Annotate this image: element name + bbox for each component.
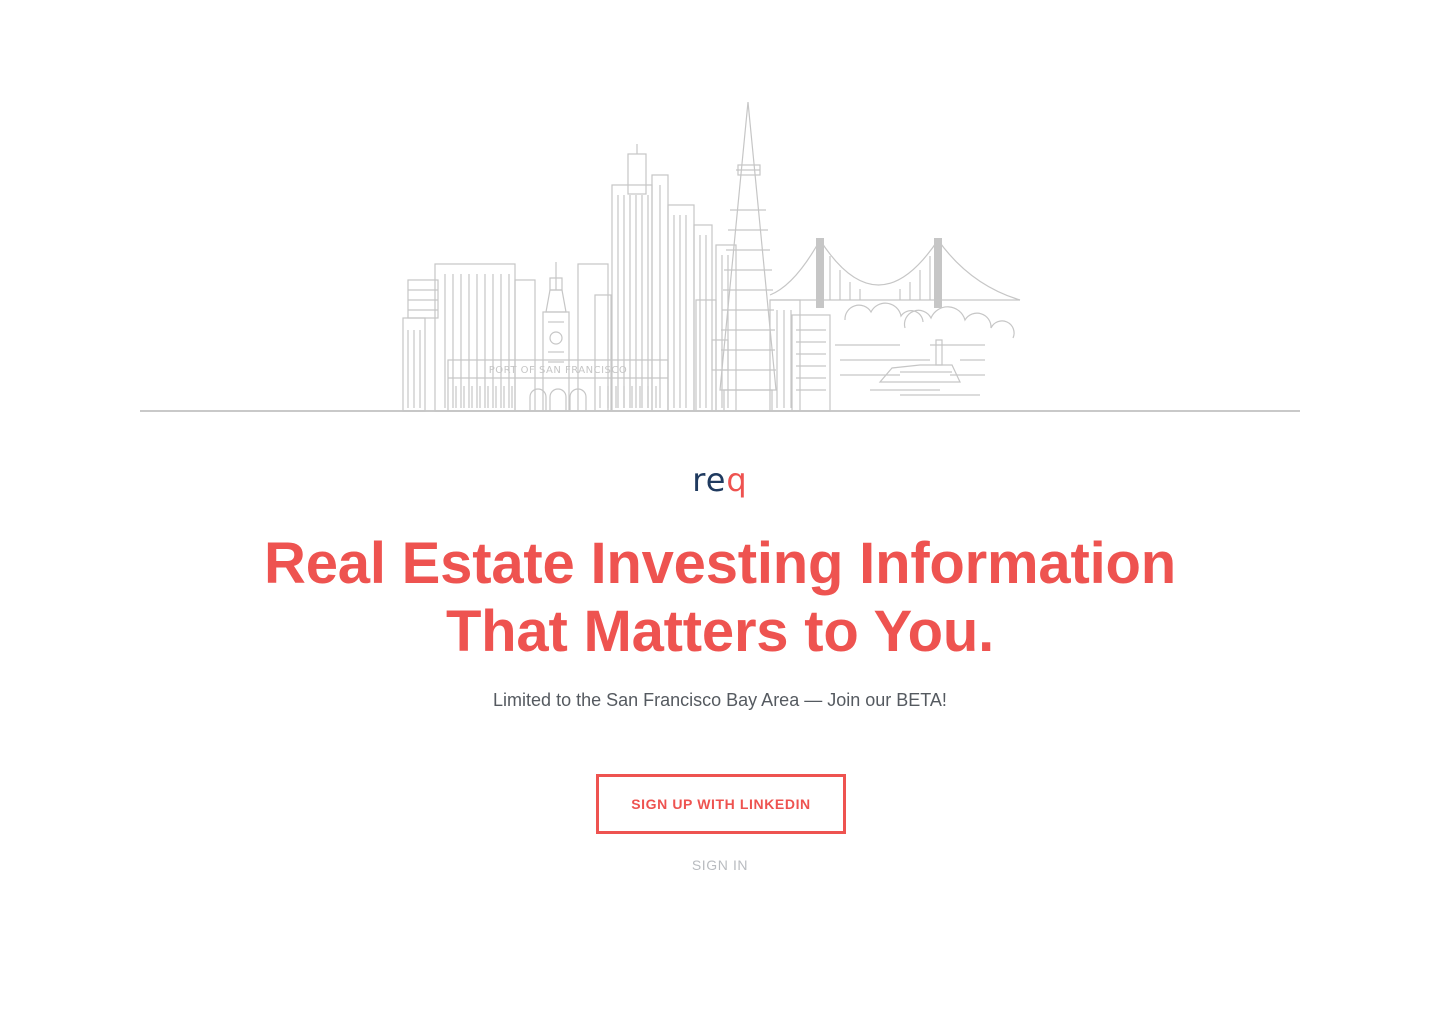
- san-francisco-skyline-illustration: PORT OF SAN FRANCISCO: [140, 90, 1300, 420]
- headline-line-2: That Matters to You.: [445, 599, 995, 664]
- signin-link[interactable]: SIGN IN: [692, 857, 748, 873]
- logo-re-text: re: [692, 461, 727, 499]
- beta-subtitle: Limited to the San Francisco Bay Area — …: [493, 690, 947, 710]
- port-sign-text: PORT OF SAN FRANCISCO: [489, 365, 628, 376]
- headline-line-1: Real Estate Investing Information: [264, 531, 1176, 596]
- req-logo: req: [0, 462, 1440, 498]
- page-headline: Real Estate Investing Information That M…: [0, 530, 1440, 666]
- signup-linkedin-button[interactable]: SIGN UP WITH LINKEDIN: [596, 774, 846, 834]
- signin-container: SIGN IN: [0, 856, 1440, 874]
- logo-q-text: q: [726, 461, 748, 499]
- landing-page: PORT OF SAN FRANCISCO req Real Estate In…: [0, 0, 1440, 1024]
